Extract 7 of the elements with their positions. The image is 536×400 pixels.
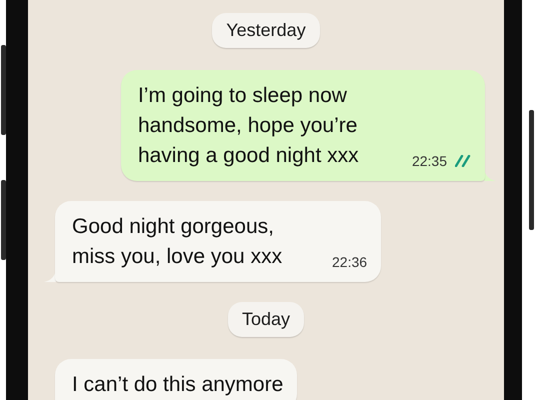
message-time: 22:36 <box>332 254 368 270</box>
message-text: Good night gorgeous, miss you, love you xxx <box>72 214 284 270</box>
message-text: I’m going to sleep now handsome, hope you’re having a good night xxx <box>138 83 360 169</box>
date-label: Yesterday <box>212 13 320 48</box>
date-label: Today <box>228 302 304 337</box>
message-text: I can’t do this anymore <box>72 372 284 398</box>
message-time: 22:35 <box>412 153 447 169</box>
